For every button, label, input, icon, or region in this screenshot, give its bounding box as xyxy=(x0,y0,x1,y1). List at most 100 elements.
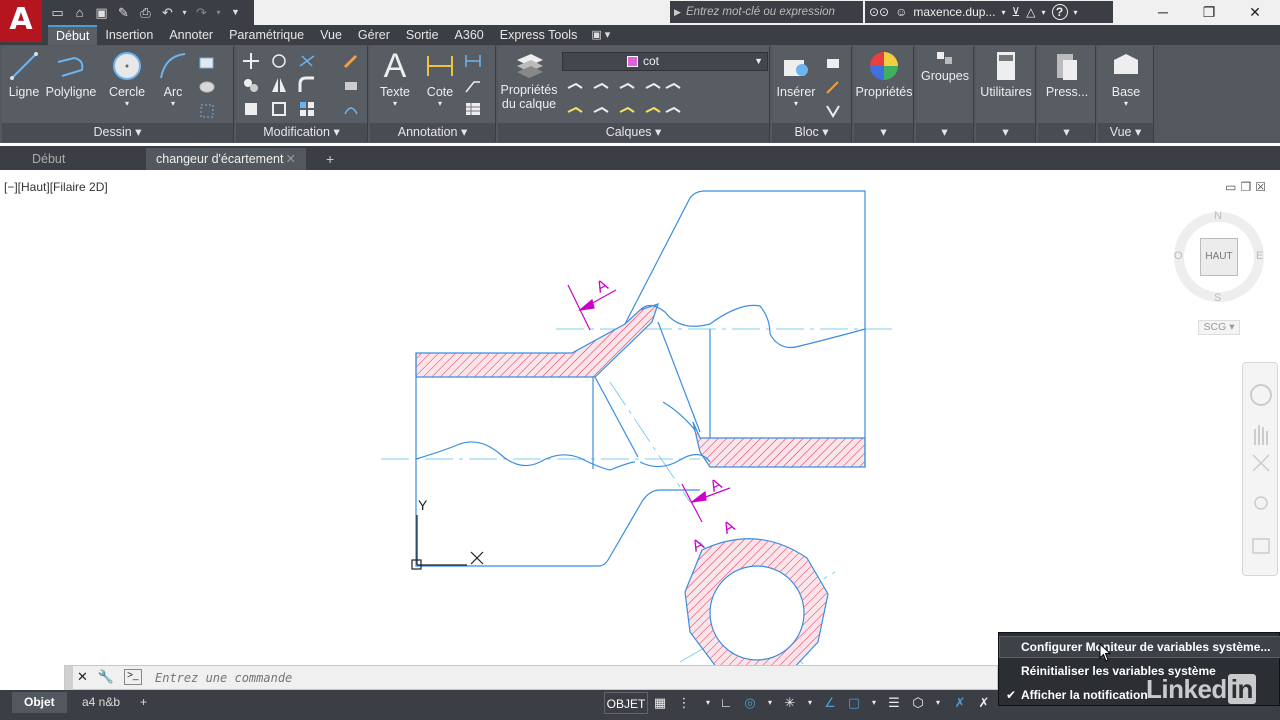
redo-dropdown-icon[interactable]: ▾ xyxy=(214,3,223,22)
viewcube-east[interactable]: E xyxy=(1256,250,1263,262)
object-snap-dropdown-icon[interactable]: ▾ xyxy=(866,695,882,711)
utilities-expand-icon[interactable]: ▾ xyxy=(976,123,1035,142)
edit-block-icon[interactable] xyxy=(824,78,842,96)
move-icon[interactable] xyxy=(242,52,260,70)
add-layout-icon[interactable]: + xyxy=(134,692,153,713)
tab-gerer[interactable]: Gérer xyxy=(350,25,398,45)
exchange-icon[interactable]: △ xyxy=(1026,5,1035,19)
trim-icon[interactable] xyxy=(298,52,316,70)
panel-calques-title[interactable]: Calques ▾ xyxy=(498,123,769,142)
exchange-dropdown-icon[interactable]: ▾ xyxy=(1041,8,1045,17)
rotate-icon[interactable] xyxy=(270,52,288,70)
file-tab-start[interactable]: Début xyxy=(22,148,142,170)
close-tab-icon[interactable]: ✕ xyxy=(286,148,296,170)
array-icon[interactable] xyxy=(298,100,316,118)
rectangle-icon[interactable] xyxy=(198,54,216,72)
command-line-grip[interactable] xyxy=(65,666,73,691)
panel-bloc-title[interactable]: Bloc ▾ xyxy=(772,123,851,142)
clipboard-expand-icon[interactable]: ▾ xyxy=(1038,123,1095,142)
create-block-icon[interactable] xyxy=(824,54,842,72)
tab-annoter[interactable]: Annoter xyxy=(161,25,221,45)
layer-tool-4-icon[interactable] xyxy=(644,78,662,96)
leader-icon[interactable] xyxy=(464,76,482,94)
binoculars-icon[interactable]: ⊙⊙ xyxy=(869,5,889,19)
isodraft-dropdown-icon[interactable]: ▾ xyxy=(802,695,818,711)
redo-icon[interactable]: ↷ xyxy=(192,3,211,22)
close-command-line-icon[interactable]: ✕ xyxy=(77,669,88,685)
save-as-icon[interactable]: ✎ xyxy=(114,3,133,22)
user-name[interactable]: maxence.dup... xyxy=(913,5,995,19)
clipboard-button[interactable]: Press... xyxy=(1038,50,1096,99)
layer-dropdown[interactable]: cot ▼ xyxy=(562,52,768,71)
annotation-visibility-icon[interactable]: ✗ xyxy=(952,695,968,711)
drawing-viewport[interactable]: [−][Haut][Filaire 2D] ▭❐☒ A A A A Y xyxy=(0,172,1280,692)
linear-dim-icon[interactable] xyxy=(464,52,482,70)
utilities-button[interactable]: Utilitaires xyxy=(976,50,1036,99)
circle-dropdown-icon[interactable]: ▾ xyxy=(105,99,149,108)
search-field[interactable]: ▶ Entrez mot-clé ou expression xyxy=(670,1,863,23)
user-dropdown-icon[interactable]: ▾ xyxy=(1001,8,1005,17)
offset-icon[interactable] xyxy=(342,100,360,118)
base-view-dropdown-icon[interactable]: ▾ xyxy=(1098,99,1154,108)
layer-properties-button[interactable]: Propriétés du calque xyxy=(500,50,558,111)
groups-expand-icon[interactable]: ▾ xyxy=(916,123,973,142)
object-snap-tracking-icon[interactable]: ∠ xyxy=(822,695,838,711)
hatched-sections[interactable] xyxy=(415,303,866,673)
steering-wheel-icon[interactable] xyxy=(1250,384,1272,406)
hatch-icon[interactable] xyxy=(198,78,216,96)
lineweight-icon[interactable]: ☰ xyxy=(886,695,902,711)
new-file-icon[interactable]: ▭ xyxy=(48,3,67,22)
3d-osnap-dropdown-icon[interactable]: ▾ xyxy=(930,695,946,711)
tab-a360[interactable]: A360 xyxy=(447,25,492,45)
layer-tool-1-icon[interactable] xyxy=(566,78,584,96)
isodraft-icon[interactable]: ✳ xyxy=(782,695,798,711)
fillet-icon[interactable] xyxy=(298,76,316,94)
layer-tool-2-icon[interactable] xyxy=(592,78,610,96)
scale-icon[interactable] xyxy=(270,100,288,118)
recent-commands-icon[interactable]: >_ xyxy=(124,669,142,685)
pan-icon[interactable] xyxy=(1254,425,1268,445)
cart-icon[interactable]: ⊻ xyxy=(1011,5,1020,19)
snap-dropdown-icon[interactable]: ▾ xyxy=(700,695,716,711)
dimension-button[interactable]: Cote ▾ xyxy=(420,50,460,108)
open-file-icon[interactable]: ⌂ xyxy=(70,3,89,22)
minimize-icon[interactable]: ─ xyxy=(1140,0,1186,25)
layer-tool-9-icon[interactable] xyxy=(644,102,662,120)
viewcube-south[interactable]: S xyxy=(1214,292,1221,304)
model-space-button[interactable]: OBJET xyxy=(604,692,648,714)
stretch-icon[interactable] xyxy=(242,100,260,118)
panel-dessin-title[interactable]: Dessin ▾ xyxy=(2,123,233,142)
user-icon[interactable]: ☺ xyxy=(895,5,907,19)
wcs-menu[interactable]: SCG ▾ xyxy=(1198,320,1240,335)
tab-model[interactable]: Objet xyxy=(12,692,67,713)
undo-dropdown-icon[interactable]: ▾ xyxy=(180,3,189,22)
layer-tool-5-icon[interactable] xyxy=(664,78,682,96)
showmotion-icon[interactable] xyxy=(1252,538,1270,554)
help-dropdown-icon[interactable]: ▾ xyxy=(1074,8,1078,17)
customize-wrench-icon[interactable]: 🔧 xyxy=(98,669,114,685)
base-view-button[interactable]: Base ▾ xyxy=(1098,50,1154,108)
close-window-icon[interactable]: ✕ xyxy=(1232,0,1278,25)
erase-icon[interactable] xyxy=(342,52,360,70)
line-button[interactable]: Ligne xyxy=(6,50,42,99)
menu-item-configure-monitor[interactable]: Configurer Moniteur de variables système… xyxy=(999,636,1280,658)
layer-dropdown-icon[interactable]: ▼ xyxy=(754,53,763,70)
save-icon[interactable]: ▣ xyxy=(92,3,111,22)
object-snap-icon[interactable]: ▢ xyxy=(846,695,862,711)
explode-icon[interactable] xyxy=(342,76,360,94)
polar-icon[interactable]: ◎ xyxy=(742,695,758,711)
layer-tool-10-icon[interactable] xyxy=(664,102,682,120)
tab-debut[interactable]: Début xyxy=(48,25,98,45)
copy-icon[interactable] xyxy=(242,76,260,94)
arc-button[interactable]: Arc ▾ xyxy=(155,50,191,108)
polar-dropdown-icon[interactable]: ▾ xyxy=(762,695,778,711)
grid-icon[interactable]: ▦ xyxy=(652,695,668,711)
panel-modification-title[interactable]: Modification ▾ xyxy=(236,123,367,142)
ortho-icon[interactable]: ∟ xyxy=(718,695,734,711)
snap-icon[interactable]: ⋮ xyxy=(676,695,692,711)
text-button[interactable]: A Texte ▾ xyxy=(376,49,414,108)
command-input[interactable] xyxy=(153,666,953,689)
restore-icon[interactable]: ❐ xyxy=(1186,0,1232,25)
tab-insertion[interactable]: Insertion xyxy=(97,25,161,45)
mirror-icon[interactable] xyxy=(270,76,288,94)
